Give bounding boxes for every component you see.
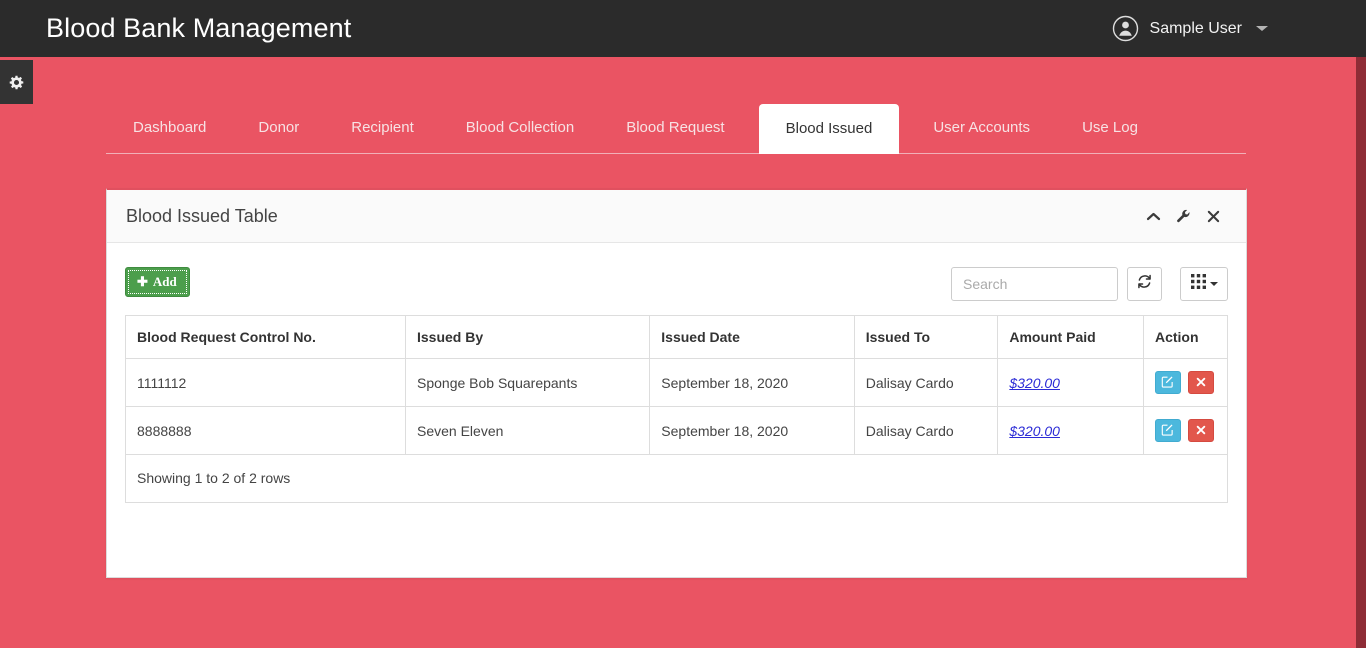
app-brand-title: Blood Bank Management bbox=[46, 13, 352, 43]
main-tabs: Dashboard Donor Recipient Blood Collecti… bbox=[106, 98, 1246, 154]
table-row: 8888888 Seven Eleven September 18, 2020 … bbox=[125, 406, 1229, 455]
collapse-icon[interactable] bbox=[1145, 208, 1162, 225]
table-head: Blood Request Control No. Issued By Issu… bbox=[125, 315, 1229, 359]
column-header-amount-paid[interactable]: Amount Paid bbox=[997, 315, 1144, 359]
blood-issued-table: Blood Request Control No. Issued By Issu… bbox=[125, 315, 1229, 455]
column-header-action: Action bbox=[1142, 315, 1229, 359]
tab-recipient[interactable]: Recipient bbox=[351, 103, 414, 153]
cell-issued-date: September 18, 2020 bbox=[649, 406, 855, 455]
panel-body: ✚ Add Search Blood Request Control No. I… bbox=[107, 243, 1246, 503]
add-button[interactable]: ✚ Add bbox=[125, 267, 190, 297]
panel-tool-buttons bbox=[1145, 208, 1222, 225]
user-name-label: Sample User bbox=[1149, 19, 1242, 37]
tab-blood-collection[interactable]: Blood Collection bbox=[466, 103, 574, 153]
tab-dashboard[interactable]: Dashboard bbox=[133, 103, 206, 153]
plus-icon: ✚ bbox=[137, 274, 148, 289]
search-input[interactable] bbox=[951, 267, 1118, 301]
cell-issued-by: Seven Eleven bbox=[404, 406, 651, 455]
cell-issued-to: Dalisay Cardo bbox=[853, 406, 999, 455]
right-edge-strip bbox=[1356, 57, 1366, 648]
refresh-button[interactable] bbox=[1127, 267, 1162, 301]
gear-icon bbox=[8, 74, 25, 91]
times-icon bbox=[1196, 424, 1206, 438]
grid-icon bbox=[1190, 274, 1206, 294]
amount-paid-link[interactable]: $320.00 bbox=[1009, 375, 1060, 391]
pencil-square-icon bbox=[1161, 423, 1174, 439]
panel-header: Blood Issued Table bbox=[107, 190, 1246, 243]
times-icon bbox=[1196, 376, 1206, 390]
top-navbar: Blood Bank Management Sample User bbox=[0, 0, 1366, 57]
refresh-icon bbox=[1136, 273, 1153, 295]
column-header-issued-by[interactable]: Issued By bbox=[404, 315, 651, 359]
column-header-control-no[interactable]: Blood Request Control No. bbox=[125, 315, 406, 359]
edit-row-button[interactable] bbox=[1154, 419, 1181, 442]
user-circle-icon bbox=[1112, 15, 1139, 42]
cell-issued-date: September 18, 2020 bbox=[649, 358, 855, 407]
cell-amount-paid: $320.00 bbox=[997, 358, 1144, 407]
wrench-icon[interactable] bbox=[1175, 208, 1192, 225]
delete-row-button[interactable] bbox=[1187, 371, 1214, 394]
page-body: Dashboard Donor Recipient Blood Collecti… bbox=[0, 57, 1366, 648]
table-row: 1111112 Sponge Bob Squarepants September… bbox=[125, 358, 1229, 407]
cell-issued-by: Sponge Bob Squarepants bbox=[404, 358, 651, 407]
edit-row-button[interactable] bbox=[1154, 371, 1181, 394]
add-button-label: Add bbox=[152, 274, 177, 289]
column-header-issued-date[interactable]: Issued Date bbox=[649, 315, 855, 359]
cell-issued-to: Dalisay Cardo bbox=[853, 358, 999, 407]
column-header-issued-to[interactable]: Issued To bbox=[853, 315, 999, 359]
chevron-down-icon bbox=[1256, 26, 1268, 31]
tab-blood-issued[interactable]: Blood Issued bbox=[758, 104, 900, 154]
blood-issued-panel: Blood Issued Table ✚ Add Search Blood Re… bbox=[106, 188, 1247, 578]
table-header-row: Blood Request Control No. Issued By Issu… bbox=[125, 315, 1229, 359]
tab-blood-request[interactable]: Blood Request bbox=[626, 103, 724, 153]
amount-paid-link[interactable]: $320.00 bbox=[1009, 423, 1060, 439]
pencil-square-icon bbox=[1161, 375, 1174, 391]
user-menu[interactable]: Sample User bbox=[1112, 15, 1268, 42]
table-toolbar-right bbox=[951, 267, 1228, 301]
tab-user-accounts[interactable]: User Accounts bbox=[933, 103, 1030, 153]
cell-action bbox=[1142, 358, 1229, 407]
cell-amount-paid: $320.00 bbox=[997, 406, 1144, 455]
table-toolbar: ✚ Add bbox=[125, 267, 1228, 301]
cell-control-no: 8888888 bbox=[125, 406, 406, 455]
table-pagination-info: Showing 1 to 2 of 2 rows bbox=[125, 455, 1228, 503]
tab-use-log[interactable]: Use Log bbox=[1082, 103, 1138, 153]
chevron-down-icon bbox=[1209, 282, 1218, 286]
close-icon[interactable] bbox=[1205, 208, 1222, 225]
cell-action bbox=[1142, 406, 1229, 455]
table-body: 1111112 Sponge Bob Squarepants September… bbox=[125, 358, 1229, 455]
sidebar-toggle-button[interactable] bbox=[0, 60, 33, 104]
columns-dropdown-button[interactable] bbox=[1180, 267, 1228, 301]
delete-row-button[interactable] bbox=[1187, 419, 1214, 442]
panel-title: Blood Issued Table bbox=[126, 205, 278, 226]
cell-control-no: 1111112 bbox=[125, 358, 406, 407]
tab-donor[interactable]: Donor bbox=[258, 103, 299, 153]
